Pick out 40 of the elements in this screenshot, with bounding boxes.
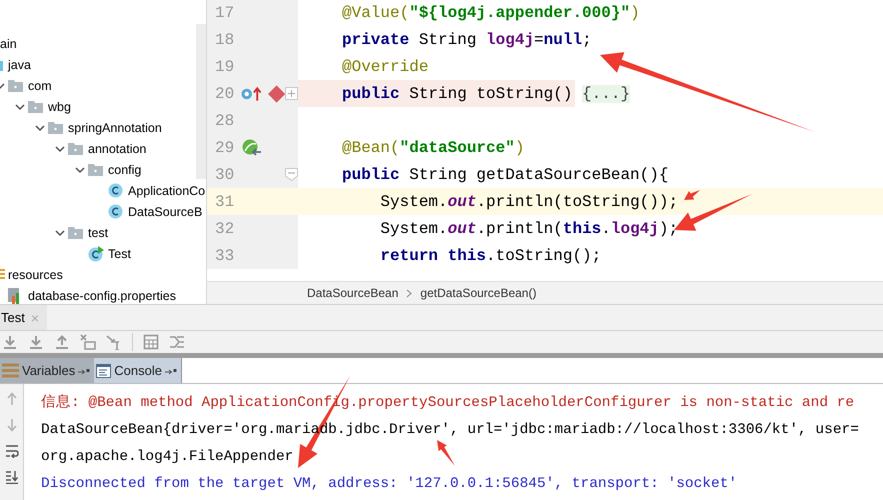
console-line: Disconnected from the target VM, address: '127.0.0.1:56845', transport: 'socket' (41, 475, 738, 494)
tree-item[interactable]: test (88, 226, 108, 240)
tree-item[interactable]: springAnnotation (68, 120, 162, 134)
tree-item[interactable]: java (8, 58, 31, 72)
line-number: 32 (214, 220, 236, 238)
code-line: private String log4j=null; (342, 30, 592, 48)
session-tab[interactable]: Test × (0, 305, 48, 330)
line-number: 19 (214, 58, 236, 76)
tree-item[interactable]: config (108, 162, 142, 176)
line-number: 20 (214, 84, 236, 102)
tree-item[interactable]: DataSourceB (128, 204, 202, 218)
breadcrumb-item[interactable]: DataSourceBean (307, 286, 398, 300)
tree-item[interactable]: annotation (88, 142, 146, 156)
tree-item[interactable]: wbg (48, 100, 71, 114)
code-line: public String toString() {...} (342, 84, 630, 102)
code-line: @Bean("dataSource") (342, 138, 524, 156)
tree-item[interactable]: database-config.properties (28, 288, 176, 302)
tree-item[interactable]: ApplicationCo (128, 184, 206, 198)
code-line: public String getDataSourceBean(){ (342, 166, 668, 184)
code-line: @Value("${log4j.appender.000}") (342, 4, 640, 22)
code-line: System.out.println(toString()); (379, 192, 678, 210)
line-number: 28 (214, 112, 236, 130)
console-line: org.apache.log4j.FileAppender (41, 448, 294, 467)
code-line: @Override (342, 58, 428, 76)
breadcrumb-item[interactable]: getDataSourceBean() (420, 286, 536, 300)
line-number: 18 (214, 30, 236, 48)
line-number: 31 (214, 192, 236, 210)
tab[interactable]: Variables (0, 358, 94, 383)
line-number: 29 (214, 138, 236, 156)
tab-label[interactable]: Test (1, 310, 25, 325)
code-line: return this.toString(); (379, 246, 602, 264)
code-line: System.out.println(this.log4j); (379, 220, 678, 238)
line-number: 17 (214, 4, 236, 22)
tree-item[interactable]: Test (108, 246, 131, 260)
line-number: 30 (214, 166, 236, 184)
line-number: 33 (214, 246, 236, 264)
tree-item[interactable]: ain (0, 36, 17, 50)
tree-item[interactable]: resources (8, 268, 63, 282)
tab[interactable]: Console (94, 358, 182, 383)
tree-item[interactable]: com (28, 78, 52, 92)
